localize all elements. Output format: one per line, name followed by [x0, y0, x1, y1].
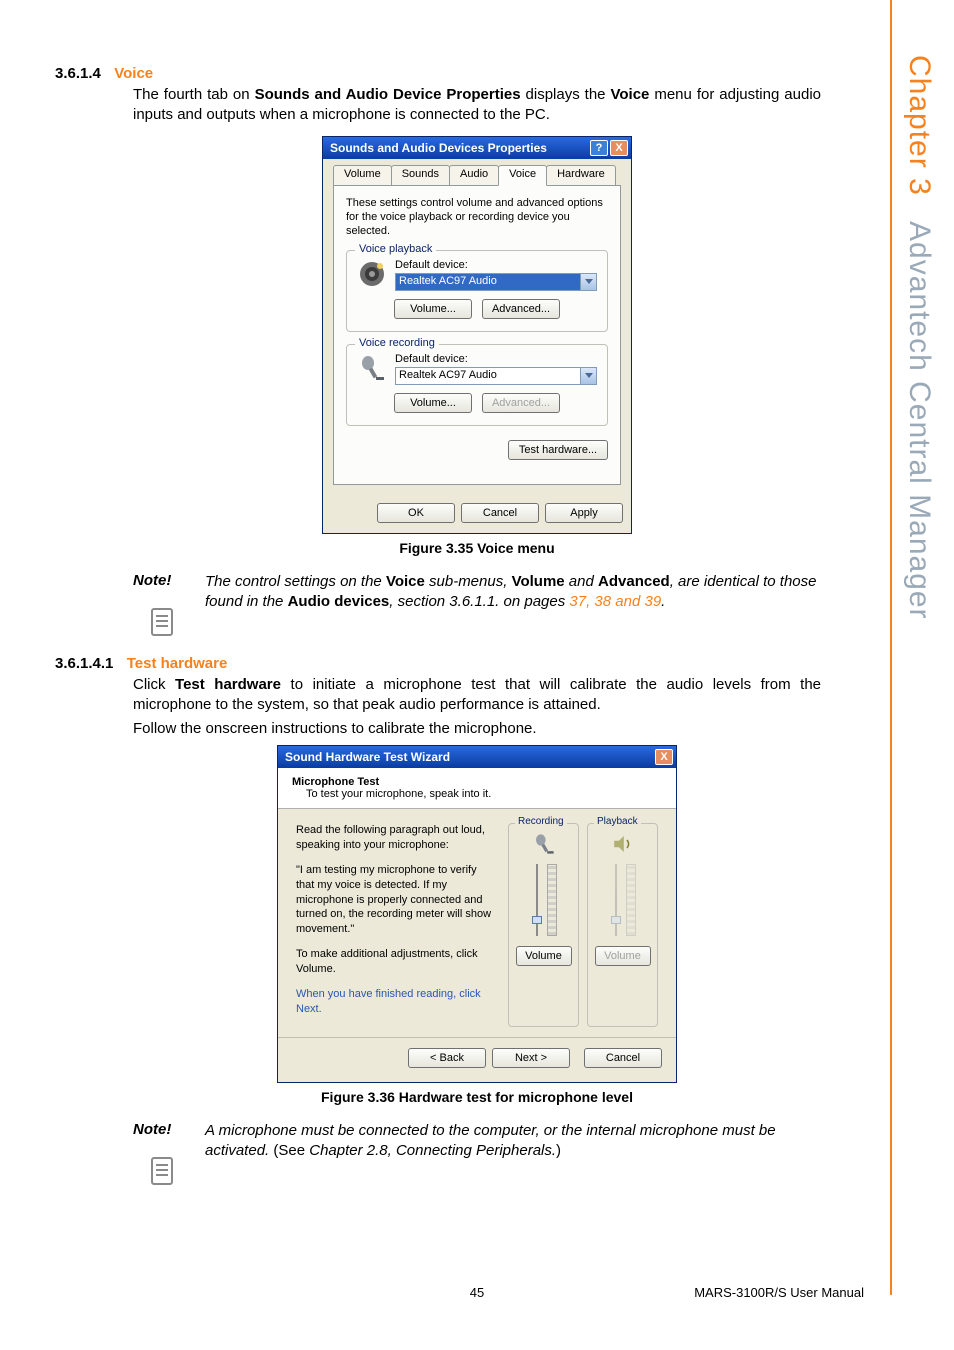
- playback-volume-button: Volume: [595, 946, 651, 966]
- recording-device-value: Realtek AC97 Audio: [395, 367, 581, 385]
- speaker-icon: [357, 259, 387, 289]
- speaker-icon: [611, 832, 635, 856]
- chevron-down-icon[interactable]: [581, 367, 597, 385]
- tab-voice[interactable]: Voice: [498, 165, 547, 186]
- playback-advanced-button[interactable]: Advanced...: [482, 299, 560, 319]
- section-testhw-p1: Click Test hardware to initiate a microp…: [133, 675, 821, 716]
- note-label: Note!: [133, 572, 193, 589]
- wizard-header: Microphone Test To test your microphone,…: [278, 768, 676, 809]
- dialog-titlebar[interactable]: Sounds and Audio Devices Properties ? X: [323, 137, 631, 159]
- wizard-title: Sound Hardware Test Wizard: [281, 750, 653, 764]
- tab-hardware[interactable]: Hardware: [546, 165, 616, 185]
- close-button[interactable]: X: [655, 749, 673, 765]
- voice-tab-panel: These settings control volume and advanc…: [333, 185, 621, 485]
- section-voice-body: The fourth tab on Sounds and Audio Devic…: [133, 85, 821, 126]
- note-icon: [150, 1156, 176, 1186]
- section-num: 3.6.1.4: [55, 65, 101, 82]
- recording-advanced-button: Advanced...: [482, 393, 560, 413]
- voice-recording-legend: Voice recording: [355, 337, 439, 349]
- playback-meter-group: Playback Volume: [587, 823, 658, 1026]
- sounds-audio-properties-dialog: Sounds and Audio Devices Properties ? X …: [322, 136, 632, 534]
- microphone-icon: [532, 832, 556, 856]
- ok-button[interactable]: OK: [377, 503, 455, 523]
- playback-device-value: Realtek AC97 Audio: [395, 273, 581, 291]
- note-label: Note!: [133, 1121, 193, 1138]
- cancel-button[interactable]: Cancel: [584, 1048, 662, 1068]
- recording-volume-button[interactable]: Volume: [516, 946, 572, 966]
- playback-default-label: Default device:: [395, 259, 597, 271]
- recording-meter-group: Recording Volume: [508, 823, 579, 1026]
- recording-slider[interactable]: [530, 864, 544, 936]
- test-hardware-button[interactable]: Test hardware...: [508, 440, 608, 460]
- section-title: Voice: [114, 65, 153, 82]
- sound-hardware-test-wizard: Sound Hardware Test Wizard X Microphone …: [277, 745, 677, 1082]
- voice-recording-group: Voice recording Default device: Realtek …: [346, 344, 608, 426]
- note-1-text: The control settings on the Voice sub-me…: [205, 572, 821, 613]
- playback-slider: [609, 864, 623, 936]
- voice-playback-legend: Voice playback: [355, 243, 436, 255]
- tab-volume[interactable]: Volume: [333, 165, 392, 185]
- section-voice-heading: 3.6.1.4 Voice: [55, 65, 899, 83]
- note-2-text: A microphone must be connected to the co…: [205, 1121, 821, 1162]
- wizard-titlebar[interactable]: Sound Hardware Test Wizard X: [278, 746, 676, 768]
- section-testhw-p2: Follow the onscreen instructions to cali…: [133, 719, 821, 739]
- playback-volume-button[interactable]: Volume...: [394, 299, 472, 319]
- back-button[interactable]: < Back: [408, 1048, 486, 1068]
- playback-meter: [626, 864, 636, 936]
- tab-audio[interactable]: Audio: [449, 165, 499, 185]
- tab-strip: Volume Sounds Audio Voice Hardware: [333, 165, 621, 185]
- section-testhw-heading: 3.6.1.4.1 Test hardware: [55, 655, 899, 673]
- playback-legend: Playback: [594, 816, 641, 827]
- recording-volume-button[interactable]: Volume...: [394, 393, 472, 413]
- footer-doc-name: MARS-3100R/S User Manual: [694, 1285, 864, 1300]
- recording-device-combo[interactable]: Realtek AC97 Audio: [395, 367, 597, 385]
- wizard-header-sub: To test your microphone, speak into it.: [306, 788, 662, 800]
- figure-36-caption: Figure 3.36 Hardware test for microphone…: [55, 1089, 899, 1105]
- voice-description: These settings control volume and advanc…: [346, 196, 608, 239]
- wizard-header-title: Microphone Test: [292, 776, 662, 788]
- voice-playback-group: Voice playback Default device: Realtek A…: [346, 250, 608, 332]
- note-1: Note! The control settings on the Voice …: [133, 572, 821, 637]
- tab-sounds[interactable]: Sounds: [391, 165, 450, 185]
- recording-default-label: Default device:: [395, 353, 597, 365]
- note-icon: [150, 607, 176, 637]
- chevron-down-icon[interactable]: [581, 273, 597, 291]
- microphone-icon: [357, 353, 387, 383]
- note-2: Note! A microphone must be connected to …: [133, 1121, 821, 1186]
- wizard-instructions: Read the following paragraph out loud, s…: [296, 823, 496, 1026]
- apply-button[interactable]: Apply: [545, 503, 623, 523]
- next-button[interactable]: Next >: [492, 1048, 570, 1068]
- dialog-title: Sounds and Audio Devices Properties: [326, 141, 588, 155]
- figure-35-caption: Figure 3.35 Voice menu: [55, 540, 899, 556]
- page-footer: 45 MARS-3100R/S User Manual: [0, 1285, 954, 1300]
- help-button[interactable]: ?: [590, 140, 608, 156]
- playback-device-combo[interactable]: Realtek AC97 Audio: [395, 273, 597, 291]
- cancel-button[interactable]: Cancel: [461, 503, 539, 523]
- section-title: Test hardware: [127, 655, 228, 672]
- section-num: 3.6.1.4.1: [55, 655, 113, 672]
- recording-legend: Recording: [515, 816, 567, 827]
- recording-meter: [547, 864, 557, 936]
- close-button[interactable]: X: [610, 140, 628, 156]
